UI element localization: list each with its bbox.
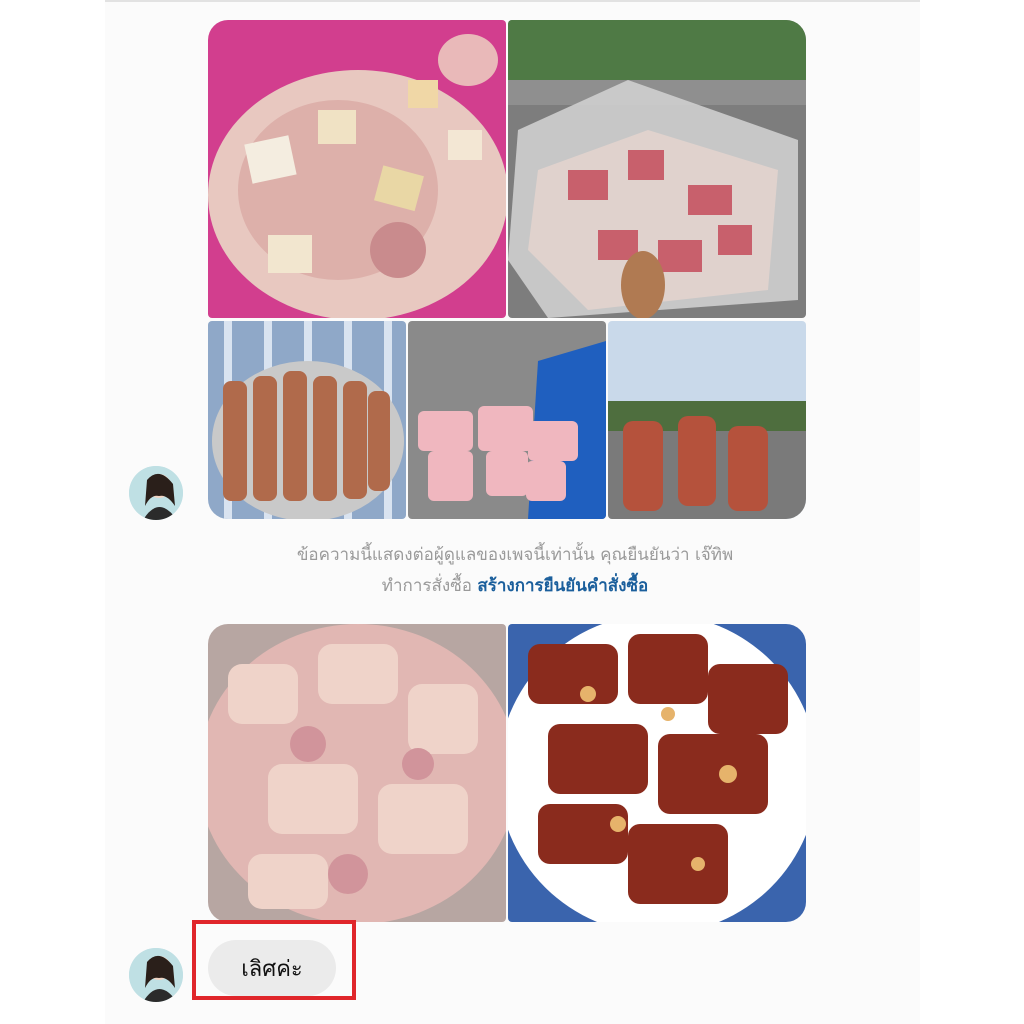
photo-fried-pork-plate[interactable]	[508, 624, 806, 922]
avatar-photo-icon	[129, 948, 183, 1002]
notice-line-2-prefix: ทำการสั่งซื้อ	[381, 576, 472, 596]
sender-avatar[interactable]	[129, 948, 183, 1002]
avatar-photo-icon	[129, 466, 183, 520]
sender-avatar[interactable]	[129, 466, 183, 520]
photo-pork-bag-roadside[interactable]	[508, 20, 806, 318]
photo-raw-skewers[interactable]	[408, 321, 606, 519]
admin-only-notice: ข้อความนี้แสดงต่อผู้ดูแลของเพจนี้เท่านั้…	[215, 540, 815, 602]
top-divider	[105, 0, 920, 2]
highlight-annotation-box	[192, 920, 356, 1000]
photo-raw-pork-bowl[interactable]	[208, 20, 506, 318]
notice-line-1: ข้อความนี้แสดงต่อผู้ดูแลของเพจนี้เท่านั้…	[296, 545, 734, 565]
photo-marinated-pork[interactable]	[208, 624, 506, 922]
notice-line-2: ทำการสั่งซื้อ สร้างการยืนยันคำสั่งซื้อ	[215, 571, 815, 602]
photo-skewer-tray[interactable]	[208, 321, 406, 519]
create-order-confirmation-link[interactable]: สร้างการยืนยันคำสั่งซื้อ	[477, 576, 648, 596]
photo-grilled-skewers[interactable]	[608, 321, 806, 519]
